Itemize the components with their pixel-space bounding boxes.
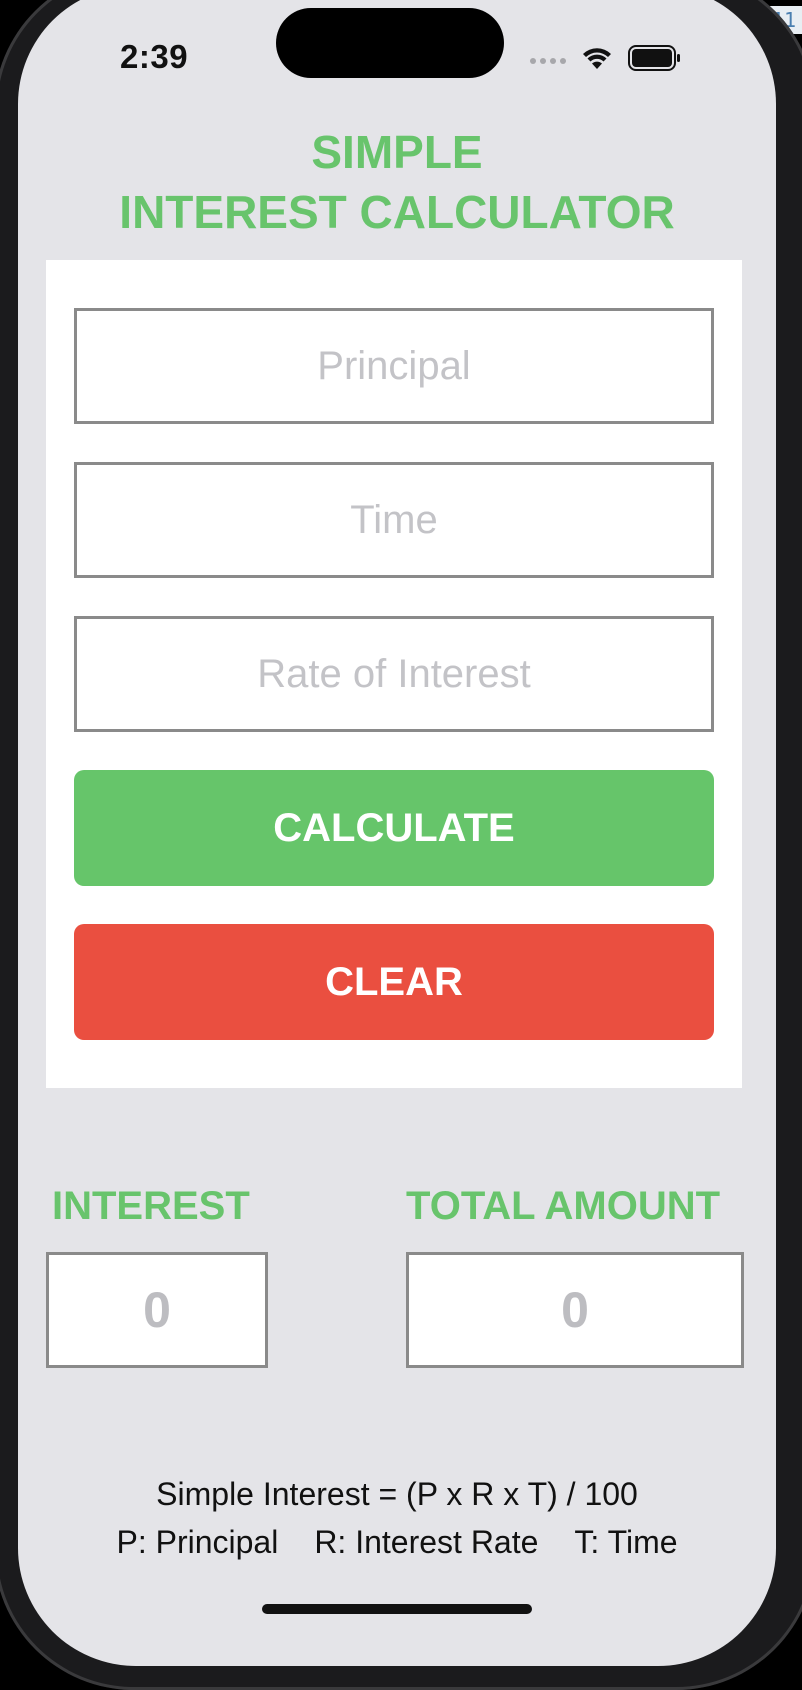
title-line-2: INTEREST CALCULATOR — [119, 186, 675, 238]
wifi-icon — [580, 45, 614, 71]
total-amount-output: 0 — [406, 1252, 744, 1368]
interest-label: INTEREST — [52, 1184, 250, 1228]
title-line-1: SIMPLE — [311, 126, 483, 178]
input-card: CALCULATE CLEAR — [46, 260, 742, 1088]
calculate-button[interactable]: CALCULATE — [74, 770, 714, 886]
formula-legend: P: Principal R: Interest Rate T: Time — [18, 1518, 776, 1566]
rate-input[interactable] — [77, 618, 711, 730]
battery-icon — [628, 45, 682, 71]
time-input[interactable] — [77, 464, 711, 576]
dynamic-island — [276, 8, 504, 78]
legend-time: T: Time — [574, 1524, 678, 1560]
total-amount-label: TOTAL AMOUNT — [406, 1184, 721, 1228]
principal-field[interactable] — [74, 308, 714, 424]
app-screen: 2:39 SIMPLE INTEREST CALCULATOR Principa… — [18, 0, 776, 1666]
interest-output: 0 — [46, 1252, 268, 1368]
clear-button[interactable]: CLEAR — [74, 924, 714, 1040]
status-icons — [530, 38, 682, 78]
rate-field[interactable] — [74, 616, 714, 732]
principal-input[interactable] — [77, 310, 711, 422]
status-time: 2:39 — [120, 38, 189, 75]
home-indicator[interactable] — [262, 1604, 532, 1614]
time-field[interactable] — [74, 462, 714, 578]
page-title: SIMPLE INTEREST CALCULATOR — [18, 122, 776, 242]
legend-rate: R: Interest Rate — [314, 1524, 539, 1560]
signal-dots-icon — [530, 58, 566, 64]
phone-frame: 2:39 SIMPLE INTEREST CALCULATOR Principa… — [0, 0, 802, 1690]
legend-principal: P: Principal — [116, 1524, 279, 1560]
formula-text: Simple Interest = (P x R x T) / 100 — [156, 1476, 638, 1512]
